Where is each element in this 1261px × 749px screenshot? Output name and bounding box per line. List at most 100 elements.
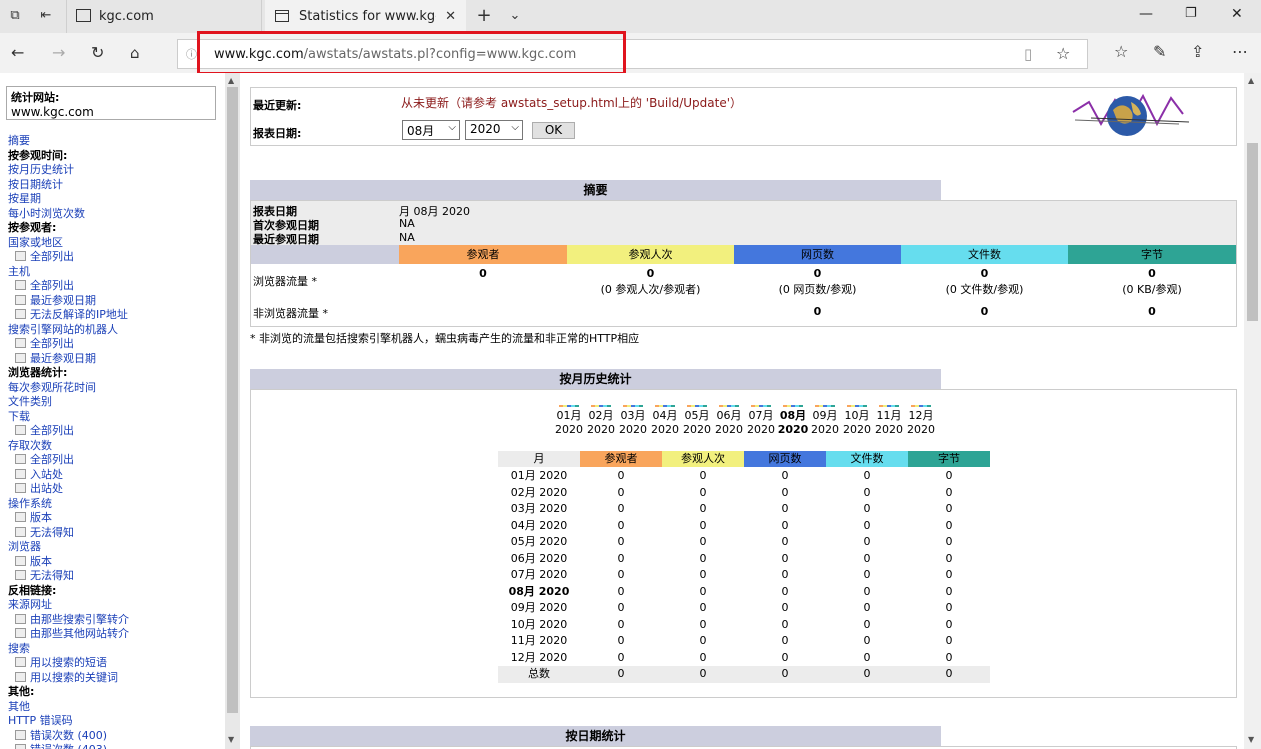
sidebar-item-36[interactable]: 用以搜索的短语 xyxy=(8,656,129,671)
close-tab-icon[interactable]: ✕ xyxy=(445,0,456,33)
year-select[interactable]: 2020 ⌵ xyxy=(465,120,523,140)
scroll-up-icon[interactable]: ▲ xyxy=(228,76,234,85)
sidebar-menu: 摘要 按参观时间: 按月历史统计 按日期统计 按星期 每小时浏览次数 按参观者: 国家或地区全… xyxy=(8,134,129,749)
sidebar-item-8[interactable]: 全部列出 xyxy=(8,250,129,265)
sidebar-item-34[interactable]: 由那些其他网站转介 xyxy=(8,627,129,642)
minimize-icon[interactable]: — xyxy=(1139,6,1153,22)
sidebar-item-27[interactable]: 无法得知 xyxy=(8,526,129,541)
favorites-hub-icon[interactable]: ☆ xyxy=(1114,42,1128,61)
restore-icon[interactable]: ❐ xyxy=(1185,6,1197,21)
col-files: 文件数 xyxy=(901,245,1068,264)
sidebar-item-15[interactable]: 最近参观日期 xyxy=(8,352,129,367)
row-month: 05月 2020 xyxy=(510,535,568,548)
forward-icon[interactable]: → xyxy=(52,43,65,63)
sidebar-item-0[interactable]: 摘要 xyxy=(8,134,129,149)
ok-button[interactable]: OK xyxy=(532,122,575,139)
sidebar-item-33[interactable]: 由那些搜索引擎转介 xyxy=(8,613,129,628)
sidebar-item-29[interactable]: 版本 xyxy=(8,555,129,570)
row-value: 0 xyxy=(781,502,789,515)
table-row: 08月 2020 0 0 0 0 0 xyxy=(498,584,990,601)
row-value: 0 xyxy=(863,650,871,664)
sidebar-item-24[interactable]: 出站处 xyxy=(8,482,129,497)
sidebar-item-26[interactable]: 版本 xyxy=(8,511,129,526)
sidebar-item-10[interactable]: 全部列出 xyxy=(8,279,129,294)
sidebar-item-4[interactable]: 按星期 xyxy=(8,192,129,207)
scroll-up-icon[interactable]: ▲ xyxy=(1248,76,1254,85)
home-icon[interactable]: ⌂ xyxy=(130,43,140,63)
month-bar-5 xyxy=(719,405,739,407)
sidebar-item-28[interactable]: 浏览器 xyxy=(8,540,129,555)
sidebar-item-9[interactable]: 主机 xyxy=(8,265,129,280)
sidebar-item-5[interactable]: 每小时浏览次数 xyxy=(8,207,129,222)
month-bar-1 xyxy=(591,405,611,407)
back-icon[interactable]: ← xyxy=(11,43,24,63)
row-value: 0 xyxy=(781,469,789,482)
month-year: 2020 xyxy=(843,423,871,436)
sidebar-item-39[interactable]: 其他 xyxy=(8,700,129,715)
month-select[interactable]: 08月 ⌵ xyxy=(402,120,460,140)
pen-notes-icon[interactable]: ✎ xyxy=(1153,42,1166,61)
awstats-logo-icon xyxy=(1072,93,1190,136)
col-pages: 网页数 xyxy=(734,245,901,264)
month-year: 2020 xyxy=(875,423,903,436)
row-value: 0 xyxy=(781,518,789,532)
sidebar-item-25[interactable]: 操作系统 xyxy=(8,497,129,512)
sidebar-item-17[interactable]: 每次参观所花时间 xyxy=(8,381,129,396)
right-scrollbar[interactable]: ▲ ▼ xyxy=(1244,73,1261,749)
sidebar-item-41[interactable]: 错误次数 (400) xyxy=(8,729,129,744)
row-value: 0 xyxy=(945,634,953,647)
sidebar-item-21[interactable]: 存取次数 xyxy=(8,439,129,454)
sidebar-item-23[interactable]: 入站处 xyxy=(8,468,129,483)
more-icon[interactable]: ⋯ xyxy=(1232,42,1248,61)
tab-statistics[interactable]: Statistics for www.kgc.com ✕ xyxy=(265,0,466,33)
tab-kgc[interactable]: kgc.com xyxy=(66,0,262,33)
chevron-down-icon[interactable]: ⌄ xyxy=(507,8,523,24)
left-scrollbar[interactable]: ▲ ▼ xyxy=(225,73,240,749)
new-tab-icon[interactable]: + xyxy=(476,7,492,25)
sidebar-item-37[interactable]: 用以搜索的关键词 xyxy=(8,671,129,686)
refresh-icon[interactable]: ↻ xyxy=(91,43,104,63)
scroll-down-icon[interactable]: ▼ xyxy=(1248,735,1254,744)
sidebar-item-42[interactable]: 错误次数 (403) xyxy=(8,743,129,749)
sidebar-item-40[interactable]: HTTP 错误码 xyxy=(8,714,129,729)
row-value: 0 xyxy=(945,568,953,581)
close-window-icon[interactable]: ✕ xyxy=(1231,6,1243,22)
sidebar-item-2[interactable]: 按月历史统计 xyxy=(8,163,129,178)
table-row: 02月 2020 0 0 0 0 0 xyxy=(498,485,990,502)
browser-tab-bar: ⧉ ⇤ kgc.com Statistics for www.kgc.com ✕… xyxy=(0,0,1261,33)
scroll-thumb[interactable] xyxy=(1247,143,1258,321)
favorite-star-icon[interactable]: ☆ xyxy=(1056,44,1070,63)
month-name: 04月 xyxy=(652,409,678,422)
viewed-visitors: 0 xyxy=(479,267,487,280)
set-tabs-aside-icon[interactable]: ⇤ xyxy=(38,8,54,24)
row-value: 0 xyxy=(945,551,953,565)
month-year: 2020 xyxy=(715,423,743,436)
header-blank xyxy=(251,245,399,264)
row-value: 0 xyxy=(699,535,707,548)
month-year: 2020 xyxy=(811,423,839,436)
last-update-value: 从未更新（请参考 awstats_setup.html上的 'Build/Upd… xyxy=(401,96,742,110)
tab-actions-icon[interactable]: ⧉ xyxy=(7,8,23,24)
share-icon[interactable]: ⇪ xyxy=(1191,42,1204,61)
sidebar-item-35[interactable]: 搜索 xyxy=(8,642,129,657)
row-value: 0 xyxy=(699,650,707,664)
sidebar-item-18[interactable]: 文件类别 xyxy=(8,395,129,410)
reading-view-icon[interactable]: ▯ xyxy=(1024,45,1032,63)
sidebar-item-20[interactable]: 全部列出 xyxy=(8,424,129,439)
sidebar-item-14[interactable]: 全部列出 xyxy=(8,337,129,352)
month-year: 2020 xyxy=(619,423,647,436)
sidebar-item-30[interactable]: 无法得知 xyxy=(8,569,129,584)
info-icon[interactable]: ⓘ xyxy=(186,46,197,62)
viewed-bytes-sub: (0 KB/参观) xyxy=(1122,283,1182,296)
sidebar-item-7[interactable]: 国家或地区 xyxy=(8,236,129,251)
sidebar-item-11[interactable]: 最近参观日期 xyxy=(8,294,129,309)
sidebar-item-3[interactable]: 按日期统计 xyxy=(8,178,129,193)
sidebar-item-13[interactable]: 搜索引擎网站的机器人 xyxy=(8,323,129,338)
sidebar-item-32[interactable]: 来源网址 xyxy=(8,598,129,613)
scroll-down-icon[interactable]: ▼ xyxy=(228,735,234,744)
sidebar-item-12[interactable]: 无法反解译的IP地址 xyxy=(8,308,129,323)
year-select-value: 2020 xyxy=(470,122,501,136)
sidebar-item-19[interactable]: 下载 xyxy=(8,410,129,425)
scroll-thumb[interactable] xyxy=(227,87,238,713)
sidebar-item-22[interactable]: 全部列出 xyxy=(8,453,129,468)
